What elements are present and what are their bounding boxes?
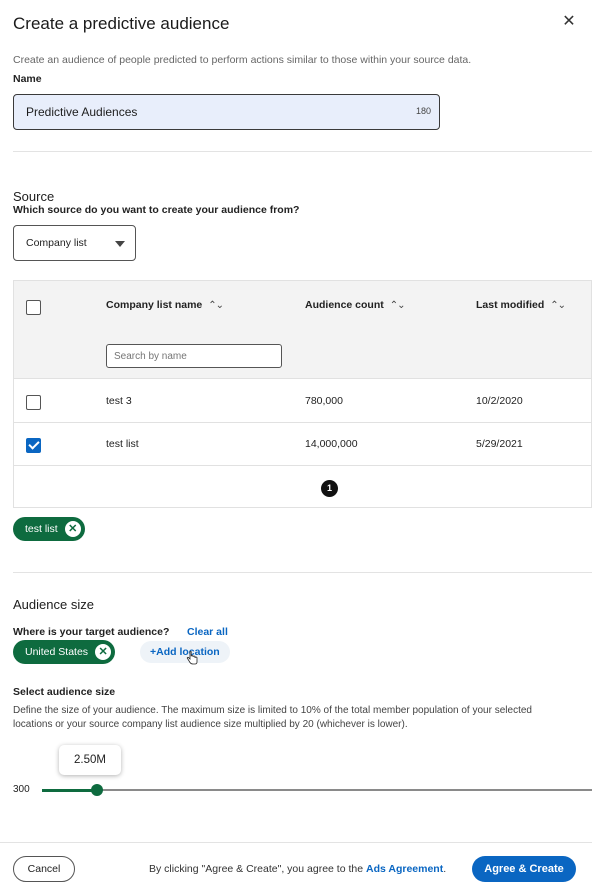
company-list-table: Company list name ⌃⌄ Audience count ⌃⌄ L… [13,280,592,508]
table-row: test 3 780,000 10/2/2020 [14,380,591,423]
table-row: test list 14,000,000 5/29/2021 [14,423,591,466]
column-header-modified[interactable]: Last modified ⌃⌄ [476,299,566,311]
sort-icon: ⌃⌄ [550,299,566,311]
caret-down-icon [115,241,125,247]
source-select-value: Company list [26,237,87,249]
select-all-checkbox[interactable] [26,300,41,315]
column-header-name[interactable]: Company list name ⌃⌄ [106,299,224,311]
sort-icon: ⌃⌄ [208,299,224,311]
source-title: Source [13,189,55,204]
audience-size-slider[interactable] [42,784,592,796]
remove-chip-icon[interactable]: ✕ [64,521,81,537]
predictive-audience-modal: Create a predictive audience ✕ Create an… [0,0,592,888]
clear-all-link[interactable]: Clear all [187,626,228,638]
name-label: Name [13,73,42,85]
audience-size-title: Audience size [13,597,94,612]
slider-value-tooltip: 2.50M [59,745,121,775]
row-name: test 3 [106,395,132,407]
slider-handle[interactable] [91,784,103,796]
page-1-button[interactable]: 1 [321,480,338,497]
size-description: Define the size of your audience. The ma… [13,705,532,730]
row-checkbox[interactable] [26,395,41,410]
slider-min-label: 300 [13,784,30,795]
chip-label: United States [25,646,89,658]
chip-label: test list [25,523,58,535]
source-question: Which source do you want to create your … [13,204,300,216]
close-icon[interactable]: ✕ [560,13,578,31]
column-header-count[interactable]: Audience count ⌃⌄ [305,299,406,311]
selected-list-chip: test list ✕ [13,517,85,541]
agree-create-button[interactable]: Agree & Create [472,856,576,882]
hand-cursor-icon [186,651,198,665]
cancel-button[interactable]: Cancel [13,856,75,882]
divider [13,572,592,573]
sort-icon: ⌃⌄ [389,299,406,311]
name-input-value: Predictive Audiences [26,105,138,119]
name-input[interactable]: Predictive Audiences 180 [13,94,440,130]
footer-divider [0,842,592,843]
source-select[interactable]: Company list [13,225,136,261]
modal-title: Create a predictive audience [13,14,230,33]
ads-agreement-link[interactable]: Ads Agreement [366,863,443,875]
row-checkbox[interactable] [26,438,41,453]
slider-fill [42,788,97,792]
search-by-name-input[interactable] [106,344,282,368]
row-name: test list [106,438,139,450]
row-count: 14,000,000 [305,438,358,450]
agreement-text: By clicking "Agree & Create", you agree … [149,863,447,875]
location-chip: United States ✕ [13,640,116,664]
target-audience-label: Where is your target audience? [13,626,170,638]
add-location-button[interactable]: +Add location [140,641,230,663]
modal-description: Create an audience of people predicted t… [13,54,472,66]
divider [13,151,592,152]
select-size-label: Select audience size [13,686,116,698]
name-char-count: 180 [415,106,431,116]
remove-chip-icon[interactable]: ✕ [95,644,112,660]
row-modified: 10/2/2020 [476,395,523,407]
table-header: Company list name ⌃⌄ Audience count ⌃⌄ L… [14,281,591,379]
row-modified: 5/29/2021 [476,438,523,450]
row-count: 780,000 [305,395,343,407]
